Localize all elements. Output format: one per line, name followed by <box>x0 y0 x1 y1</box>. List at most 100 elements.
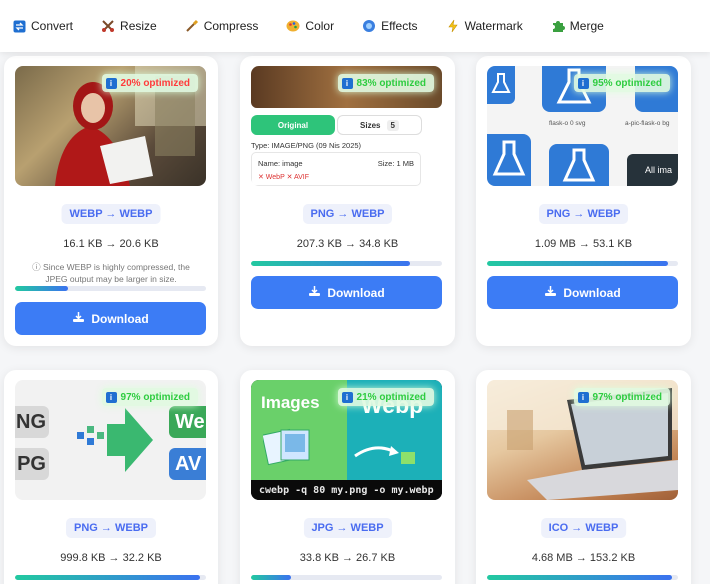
result-card: Original Sizes 5 Type: IMAGE/PNG (09 Nis… <box>240 56 455 346</box>
thumb-left-panel: Images <box>251 380 347 480</box>
format-list: ✕ WebP ✕ AVIF <box>258 174 310 181</box>
format-label: WEBP → WEBP <box>61 204 161 224</box>
size-change: 4.68 MB → 153.2 KB <box>531 552 636 564</box>
nav-merge[interactable]: Merge <box>551 19 604 33</box>
palette-icon <box>286 19 300 33</box>
badge-text: 97% optimized <box>592 391 662 403</box>
badge-text: 83% optimized <box>356 77 426 89</box>
size-change: 16.1 KB → 20.6 KB <box>63 238 159 250</box>
nav-label: Compress <box>203 19 259 33</box>
thumb-caption: a-pic-flask-o bg <box>625 120 670 127</box>
download-icon <box>544 285 557 300</box>
size-change: 999.8 KB → 32.2 KB <box>60 552 162 564</box>
optimization-badge: i 95% optimized <box>573 74 670 92</box>
progress-fill <box>15 286 69 291</box>
thumbnail-image: flask-o 0 svg a-pic-flask-o bg All ima i… <box>487 66 678 186</box>
nav-resize[interactable]: Resize <box>101 19 157 33</box>
format-label: PNG → WEBP <box>66 518 156 538</box>
arrow-icon <box>354 446 415 464</box>
progress-bar <box>15 286 206 291</box>
optimization-badge: i 97% optimized <box>573 388 670 406</box>
progress-fill <box>487 261 669 266</box>
tab-sizes: Sizes 5 <box>337 115 422 135</box>
badge-text: 20% optimized <box>120 77 190 89</box>
badge-text: 95% optimized <box>592 77 662 89</box>
arrow-icon <box>77 408 153 472</box>
info-icon: i <box>341 77 353 89</box>
lightning-icon <box>446 19 460 33</box>
nav-compress[interactable]: Compress <box>185 19 259 33</box>
progress-fill <box>251 261 410 266</box>
thumbnail-image: i 20% optimized <box>15 66 206 186</box>
format-tile: PG <box>15 448 49 480</box>
info-icon: i <box>577 391 589 403</box>
resize-icon <box>101 19 115 33</box>
result-card: NG PG We AV i 97% optimized PNG → WEBP 9… <box>4 370 218 584</box>
format-tile: NG <box>15 406 49 438</box>
puzzle-icon <box>551 19 565 33</box>
info-icon: i <box>105 77 117 89</box>
size-change: 1.09 MB → 53.1 KB <box>534 238 633 250</box>
nav-label: Watermark <box>464 19 523 33</box>
result-card: i 20% optimized WEBP → WEBP 16.1 KB → 20… <box>4 56 218 346</box>
thumbnail-image: Images Webp cwebp -q 80 my.png -o my.web… <box>251 380 442 500</box>
flask-tile <box>487 66 515 104</box>
badge-text: 21% optimized <box>356 391 426 403</box>
result-card: flask-o 0 svg a-pic-flask-o bg All ima i… <box>476 56 691 346</box>
tab-sizes-label: Sizes <box>360 120 381 130</box>
download-label: Download <box>327 285 385 300</box>
optimization-badge: i 97% optimized <box>101 388 198 406</box>
nav-label: Color <box>305 19 335 33</box>
command-line: cwebp -q 80 my.png -o my.webp <box>251 480 442 500</box>
progress-bar <box>251 261 442 266</box>
nav-label: Merge <box>569 19 604 33</box>
size-line: Size: 1 MB <box>377 159 414 168</box>
thumbnail-image: NG PG We AV i 97% optimized <box>15 380 206 500</box>
progress-bar <box>15 575 206 580</box>
tab-original: Original <box>251 115 335 135</box>
nav-label: Resize <box>120 19 157 33</box>
progress-fill <box>487 575 673 580</box>
all-images-tile: All ima <box>627 154 678 186</box>
sizes-count: 5 <box>386 119 399 131</box>
compression-note: ⓘ Since WEBP is highly compressed, the J… <box>32 262 190 284</box>
nav-effects[interactable]: Effects <box>362 19 418 33</box>
effects-icon <box>362 19 376 33</box>
download-button[interactable]: Download <box>15 302 206 335</box>
thumbnail-image: i 97% optimized <box>487 380 678 500</box>
result-card: i 97% optimized ICO → WEBP 4.68 MB → 153… <box>476 370 691 584</box>
thumb-caption: flask-o 0 svg <box>549 120 586 127</box>
nav-watermark[interactable]: Watermark <box>446 19 523 33</box>
nav-label: Convert <box>31 19 74 33</box>
progress-bar <box>251 575 442 580</box>
download-button[interactable]: Download <box>251 276 442 309</box>
size-change: 207.3 KB → 34.8 KB <box>296 238 399 250</box>
result-card: Images Webp cwebp -q 80 my.png -o my.web… <box>240 370 455 584</box>
download-label: Download <box>563 285 621 300</box>
nav-label: Effects <box>381 19 418 33</box>
progress-bar <box>487 261 678 266</box>
thumb-title: Images <box>261 393 320 412</box>
badge-text: 97% optimized <box>120 391 190 403</box>
download-icon <box>308 285 321 300</box>
format-label: PNG → WEBP <box>302 204 393 224</box>
optimization-badge: i 21% optimized <box>337 388 434 406</box>
format-tile: We <box>169 406 206 438</box>
download-button[interactable]: Download <box>487 276 678 309</box>
format-label: ICO → WEBP <box>540 518 627 538</box>
thumb-caption: All ima <box>645 165 673 175</box>
nav-convert[interactable]: Convert <box>12 19 73 33</box>
size-change: 33.8 KB → 26.7 KB <box>299 552 396 564</box>
progress-bar <box>487 575 678 580</box>
thumbnail-image: Original Sizes 5 Type: IMAGE/PNG (09 Nis… <box>251 66 442 186</box>
download-icon <box>72 311 85 326</box>
compress-icon <box>185 19 199 33</box>
top-nav: Convert Resize Compress Color Effects Wa… <box>0 0 710 52</box>
flask-tile <box>549 144 609 186</box>
flask-tile <box>487 134 531 186</box>
info-icon: i <box>577 77 589 89</box>
format-label: JPG → WEBP <box>303 518 392 538</box>
progress-fill <box>15 575 201 580</box>
nav-color[interactable]: Color <box>286 19 334 33</box>
info-icon: i <box>341 391 353 403</box>
